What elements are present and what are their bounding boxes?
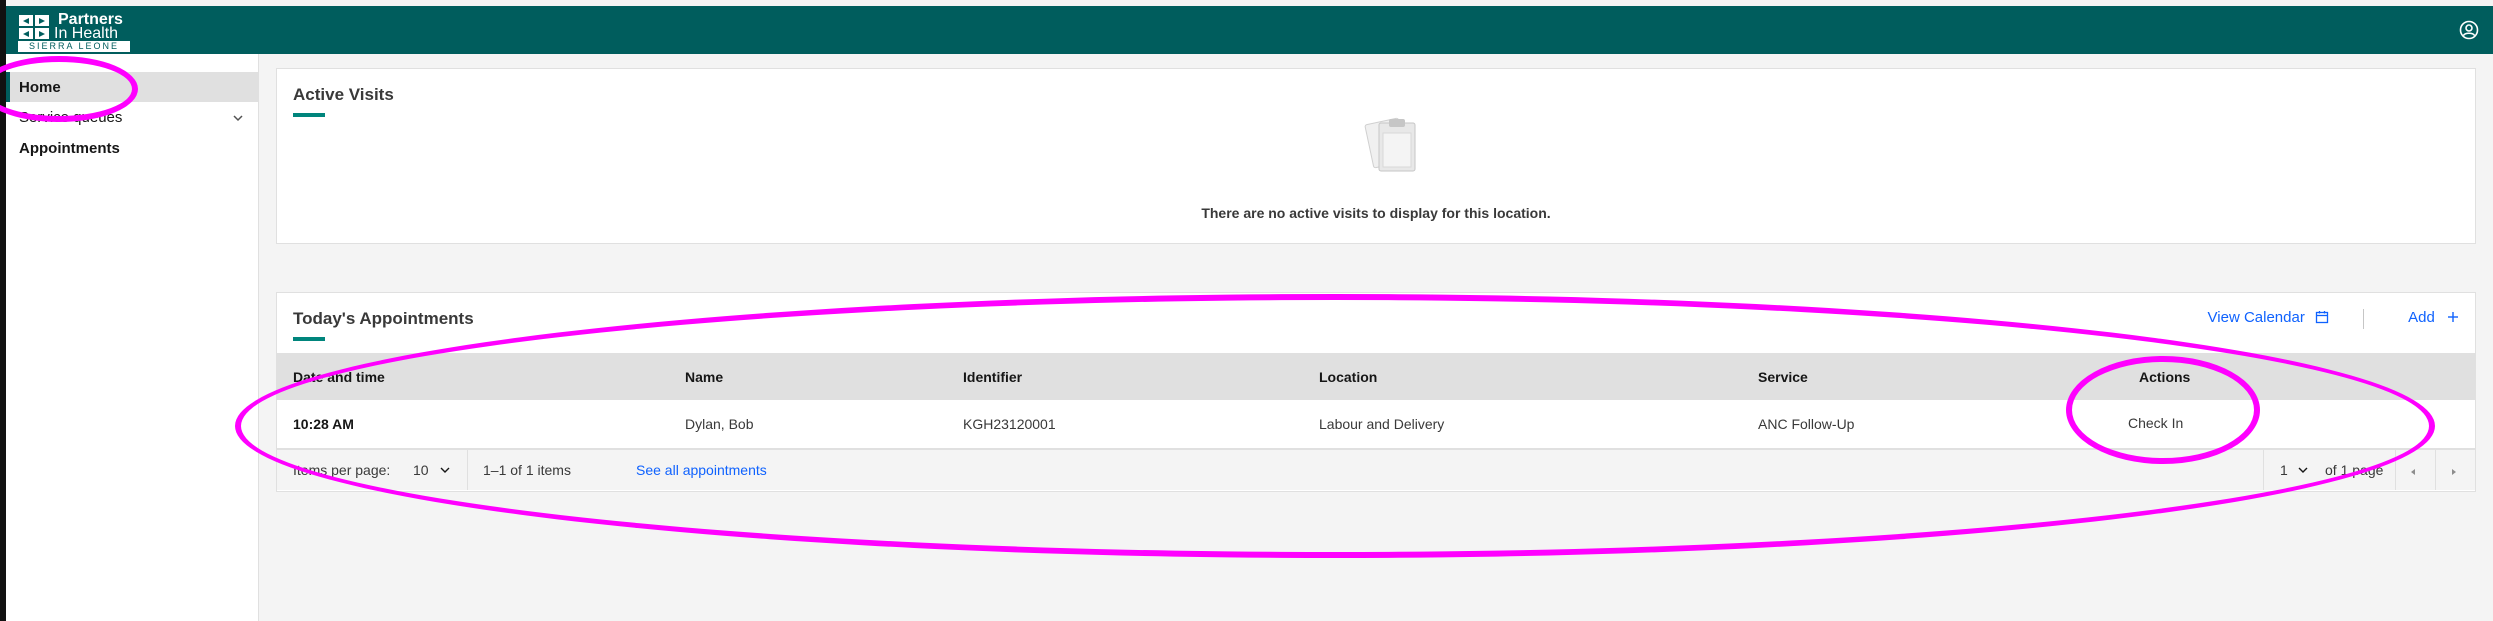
empty-state-message: There are no active visits to display fo… bbox=[1201, 205, 1551, 221]
page-select[interactable]: 1 bbox=[2280, 462, 2308, 478]
table-header: Date and time Name Identifier Location S… bbox=[277, 353, 2475, 400]
add-label: Add bbox=[2408, 309, 2435, 326]
patient-name-link[interactable]: Dylan, Bob bbox=[685, 416, 753, 432]
see-all-appointments-link[interactable]: See all appointments bbox=[636, 462, 767, 478]
view-calendar-label: View Calendar bbox=[2207, 309, 2305, 326]
table-row: 10:28 AM Dylan, Bob KGH23120001 Labour a… bbox=[277, 400, 2475, 449]
header-divider bbox=[2363, 309, 2364, 329]
column-header-service[interactable]: Service bbox=[1758, 369, 1808, 385]
column-header-date-time[interactable]: Date and time bbox=[293, 369, 385, 385]
top-navigation-bar: Partners In Health SIERRA LEONE bbox=[0, 6, 2493, 54]
patient-identifier: KGH23120001 bbox=[963, 416, 1056, 432]
todays-appointments-card: Today's Appointments View Calendar Add D… bbox=[276, 292, 2476, 492]
view-calendar-button[interactable]: View Calendar bbox=[2208, 309, 2329, 326]
add-appointment-button[interactable]: Add bbox=[2408, 309, 2459, 326]
brand-line-3: SIERRA LEONE bbox=[18, 41, 130, 52]
pagination-divider bbox=[467, 450, 468, 490]
previous-page-button[interactable] bbox=[2408, 464, 2418, 480]
sidebar-item-label: Home bbox=[19, 79, 61, 96]
logo-mark-icon bbox=[19, 15, 49, 39]
active-visits-title: Active Visits bbox=[293, 85, 394, 104]
pagination-divider bbox=[2435, 450, 2436, 490]
caret-left-icon bbox=[2411, 469, 2415, 475]
appointments-header-actions: View Calendar Add bbox=[2159, 309, 2459, 333]
sidebar-item-home[interactable]: Home bbox=[6, 72, 258, 102]
next-page-button[interactable] bbox=[2449, 464, 2459, 480]
pagination-divider bbox=[2395, 450, 2396, 490]
sidebar-item-label: Appointments bbox=[19, 140, 120, 157]
items-per-page-select[interactable]: 10 bbox=[413, 462, 450, 478]
items-per-page-label: Items per page: bbox=[293, 462, 391, 478]
brand-line-2: In Health bbox=[54, 25, 119, 42]
appointment-service: ANC Follow-Up bbox=[1758, 416, 1855, 432]
column-header-location[interactable]: Location bbox=[1319, 369, 1377, 385]
sidebar-item-appointments[interactable]: Appointments bbox=[6, 133, 258, 163]
title-underline bbox=[293, 337, 325, 341]
items-range: 1–1 of 1 items bbox=[483, 462, 571, 478]
chevron-down-icon bbox=[233, 115, 243, 122]
sidebar-item-service-queues[interactable]: Service queues bbox=[6, 102, 258, 132]
appointments-title: Today's Appointments bbox=[293, 309, 474, 328]
appointment-time: 10:28 AM bbox=[293, 416, 354, 432]
sidebar-item-label: Service queues bbox=[19, 109, 123, 126]
empty-clipboard-icon bbox=[1364, 117, 1416, 172]
items-per-page-value: 10 bbox=[413, 462, 429, 478]
main-content: Active Visits There are no active visits… bbox=[259, 54, 2493, 621]
calendar-icon bbox=[2315, 311, 2329, 324]
brand-logo[interactable]: Partners In Health SIERRA LEONE bbox=[18, 8, 130, 52]
window-edge bbox=[0, 0, 6, 621]
check-in-button[interactable]: Check In bbox=[2128, 415, 2183, 431]
title-underline bbox=[293, 113, 325, 117]
column-header-name[interactable]: Name bbox=[685, 369, 723, 385]
chevron-down-icon bbox=[2298, 467, 2308, 473]
pagination-divider bbox=[2263, 450, 2264, 490]
column-header-actions: Actions bbox=[2139, 369, 2191, 385]
caret-right-icon bbox=[2452, 469, 2456, 475]
table-pagination: Items per page: 10 1–1 of 1 items See al… bbox=[277, 449, 2475, 490]
left-sidebar: Home Service queues Appointments bbox=[0, 54, 259, 621]
page-value: 1 bbox=[2280, 462, 2288, 478]
column-header-identifier[interactable]: Identifier bbox=[963, 369, 1022, 385]
user-avatar-icon[interactable] bbox=[2459, 20, 2479, 40]
page-count: of 1 page bbox=[2325, 462, 2384, 478]
active-visits-card: Active Visits There are no active visits… bbox=[276, 68, 2476, 244]
add-icon bbox=[2448, 312, 2458, 322]
chevron-down-icon bbox=[440, 467, 450, 473]
appointment-location: Labour and Delivery bbox=[1319, 416, 1445, 432]
